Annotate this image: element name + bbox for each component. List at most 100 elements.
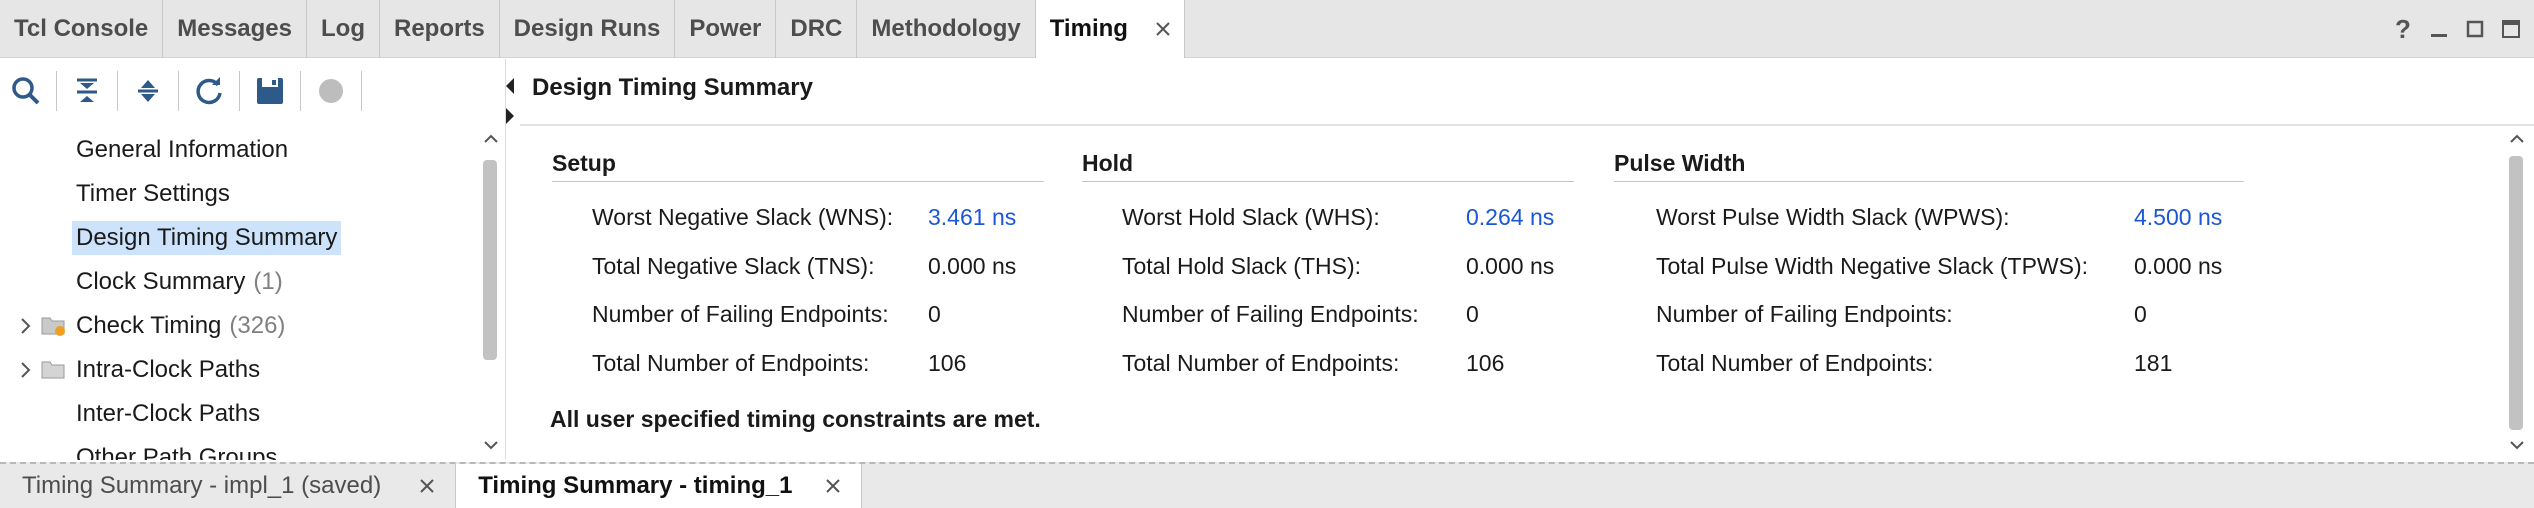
tab-label: Reports (393, 15, 485, 42)
metric-value: 106 (1466, 350, 1505, 376)
tree-item-timer-settings[interactable]: Timer Settings (0, 174, 230, 214)
tab-label: Messages (177, 15, 292, 42)
nav-tree: General Information Timer Settings Desig… (0, 124, 475, 460)
chevron-right-icon[interactable] (14, 314, 38, 338)
tab-label: Tcl Console (14, 15, 149, 42)
tab-tcl-console[interactable]: Tcl Console (0, 0, 164, 58)
search-icon (12, 77, 40, 105)
chevron-up-icon[interactable] (480, 128, 502, 150)
metric-value: 181 (2134, 350, 2173, 376)
tree-item-other-path-groups[interactable]: Other Path Groups (0, 438, 277, 460)
wpws-value-link[interactable]: 4.500 ns (2134, 204, 2222, 231)
chevron-up-icon[interactable] (2506, 128, 2528, 150)
metric-label: Total Number of Endpoints: (1656, 350, 1934, 376)
search-button[interactable] (0, 65, 52, 117)
tab-label: Methodology (871, 15, 1021, 42)
bottom-tab-bar: Timing Summary - impl_1 (saved) Timing S… (0, 462, 2534, 508)
metric-label: Number of Failing Endpoints: (1656, 301, 1953, 327)
folder-icon (40, 358, 68, 382)
chevron-down-icon[interactable] (2506, 434, 2528, 456)
help-button[interactable]: ? (2390, 14, 2416, 44)
tree-item-label: Intra-Clock Paths (76, 356, 261, 383)
metric-label: Number of Failing Endpoints: (1122, 301, 1419, 327)
tab-timing-summary-impl[interactable]: Timing Summary - impl_1 (saved) (0, 464, 455, 508)
tab-label: DRC (790, 15, 843, 42)
tree-item-inter-clock-paths[interactable]: Inter-Clock Paths (0, 394, 260, 434)
tree-item-count: (326) (229, 312, 286, 339)
refresh-icon (196, 77, 222, 105)
tab-design-runs[interactable]: Design Runs (500, 0, 676, 58)
metric-label: Total Hold Slack (THS): (1122, 253, 1362, 279)
toolbar-separator (56, 71, 57, 111)
scrollbar-thumb[interactable] (2509, 156, 2523, 430)
section-divider (552, 181, 1044, 182)
tree-item-general-information[interactable]: General Information (0, 130, 288, 170)
nav-scrollbar[interactable] (478, 128, 504, 458)
tree-item-design-timing-summary[interactable]: Design Timing Summary (0, 218, 342, 258)
tab-timing[interactable]: Timing (1035, 0, 1185, 58)
maximize-icon (2502, 20, 2520, 38)
metric-value: 106 (928, 350, 967, 376)
minimize-icon (2431, 34, 2447, 37)
tab-reports[interactable]: Reports (380, 0, 500, 58)
metric-value: 0 (2134, 301, 2147, 327)
close-icon[interactable] (823, 476, 843, 496)
restore-icon (2466, 20, 2484, 38)
refresh-button[interactable] (183, 65, 235, 117)
stop-button[interactable] (305, 65, 357, 117)
tab-power[interactable]: Power (675, 0, 777, 58)
section-divider (1614, 181, 2244, 182)
collapse-all-icon (77, 78, 97, 102)
tab-label: Timing Summary - impl_1 (saved) (22, 472, 382, 499)
constraints-met-message: All user specified timing constraints ar… (550, 406, 1041, 432)
section-divider (1082, 181, 1574, 182)
whs-value-link[interactable]: 0.264 ns (1466, 204, 1554, 231)
metric-label: Total Negative Slack (TNS): (592, 253, 875, 279)
restore-button[interactable] (2462, 16, 2488, 42)
tab-label: Power (689, 15, 762, 42)
tab-messages[interactable]: Messages (163, 0, 307, 58)
tree-item-label: Design Timing Summary (72, 221, 342, 255)
tree-item-clock-summary[interactable]: Clock Summary (1) (0, 262, 283, 302)
metric-label: Total Number of Endpoints: (592, 350, 870, 376)
tree-item-label: General Information (76, 136, 289, 163)
close-icon[interactable] (417, 476, 437, 496)
tab-label: Log (321, 15, 365, 42)
metric-label: Total Number of Endpoints: (1122, 350, 1400, 376)
tree-item-intra-clock-paths[interactable]: Intra-Clock Paths (0, 350, 260, 390)
minimize-button[interactable] (2426, 16, 2452, 42)
chevron-down-icon[interactable] (480, 434, 502, 456)
tab-timing-summary-timing[interactable]: Timing Summary - timing_1 (455, 464, 862, 508)
content-scrollbar[interactable] (2504, 128, 2530, 458)
metric-label: Total Pulse Width Negative Slack (TPWS): (1656, 253, 2089, 279)
chevron-right-icon[interactable] (14, 358, 38, 382)
scrollbar-thumb[interactable] (483, 160, 497, 360)
panel-collapse-icon[interactable] (502, 78, 520, 134)
tab-label: Timing (1049, 15, 1128, 42)
expand-all-button[interactable] (122, 65, 174, 117)
toolbar-separator (300, 71, 301, 111)
section-header: Pulse Width (1614, 150, 1746, 176)
tree-item-label: Clock Summary (76, 268, 246, 295)
top-tab-bar: Tcl Console Messages Log Reports Design … (0, 0, 2534, 58)
tree-item-label: Inter-Clock Paths (76, 400, 261, 427)
toolbar-separator (239, 71, 240, 111)
close-icon[interactable] (1152, 18, 1174, 40)
tab-drc[interactable]: DRC (776, 0, 858, 58)
toolbar-separator (117, 71, 118, 111)
tab-log[interactable]: Log (307, 0, 380, 58)
tree-item-check-timing[interactable]: Check Timing (326) (0, 306, 285, 346)
maximize-button[interactable] (2498, 16, 2524, 42)
tree-item-label: Timer Settings (76, 180, 230, 207)
collapse-all-button[interactable] (61, 65, 113, 117)
bottom-tabs: Timing Summary - impl_1 (saved) Timing S… (0, 464, 862, 508)
tab-label: Timing Summary - timing_1 (478, 472, 793, 499)
wns-value-link[interactable]: 3.461 ns (928, 204, 1016, 231)
metric-value: 0 (1466, 301, 1479, 327)
page-title: Design Timing Summary (532, 74, 813, 101)
tab-methodology[interactable]: Methodology (857, 0, 1036, 58)
title-divider (520, 124, 2534, 126)
metric-value: 0.000 ns (1466, 253, 1555, 279)
save-button[interactable] (244, 65, 296, 117)
metric-value: 0.000 ns (928, 253, 1017, 279)
